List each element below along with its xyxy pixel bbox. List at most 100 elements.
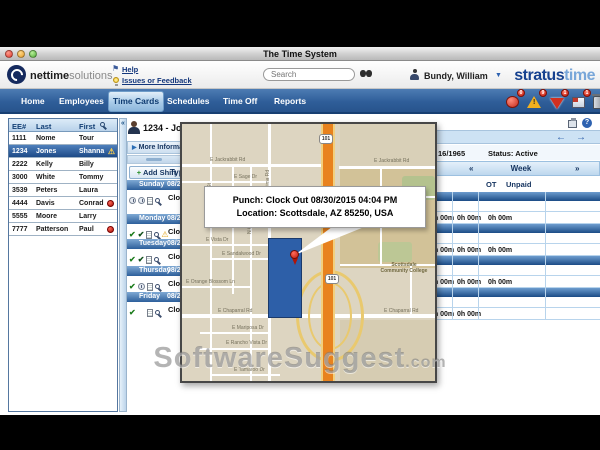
tab-time-off[interactable]: Time Off xyxy=(223,96,257,106)
search-input[interactable] xyxy=(263,68,355,81)
trash-alert-icon[interactable]: 1 xyxy=(592,92,600,111)
note-icon[interactable] xyxy=(147,309,153,317)
employee-row[interactable]: 2222KellyBilly xyxy=(9,158,117,171)
collapse-panel-strip[interactable]: « xyxy=(119,118,127,412)
column-ot[interactable]: OT xyxy=(486,180,496,189)
row-warning-icon: ⚠ xyxy=(108,147,115,156)
street-label: E Chaparral Rd xyxy=(384,308,418,314)
street-label: E Mariposa Dr xyxy=(232,325,264,331)
tab-reports[interactable]: Reports xyxy=(274,96,306,106)
grid-row[interactable] xyxy=(430,297,600,308)
alert-badge: 9 xyxy=(539,89,547,97)
audit-magnifier-icon[interactable] xyxy=(154,232,159,237)
employee-row[interactable]: 4444DavisConrad xyxy=(9,197,117,210)
main-nav: Home Employees Time Cards Schedules Time… xyxy=(0,89,600,114)
note-icon[interactable] xyxy=(146,231,152,239)
day-divider-bar xyxy=(430,224,600,233)
highway-shield: 101 xyxy=(319,134,333,144)
next-week-button[interactable]: » xyxy=(575,164,579,173)
nettime-logo-text: nettimesolutions xyxy=(30,70,113,82)
approved-check-icon[interactable]: ✔ xyxy=(129,230,136,239)
grid-totals-row[interactable]: 0h 00m 0h 00m xyxy=(430,308,600,320)
feedback-link[interactable]: Issues or Feedback xyxy=(122,76,192,85)
help-link[interactable]: Help xyxy=(122,65,138,74)
tab-schedules[interactable]: Schedules xyxy=(167,96,210,106)
audit-magnifier-icon[interactable] xyxy=(155,310,160,315)
binoculars-search-icon[interactable] xyxy=(360,70,373,78)
grid-totals-row[interactable]: 0h 00m 0h 00m 0h 00m xyxy=(430,212,600,224)
audit-magnifier-icon[interactable] xyxy=(154,257,159,262)
column-first[interactable]: First xyxy=(79,122,95,131)
splitter-handle[interactable] xyxy=(146,158,162,161)
grid-row[interactable] xyxy=(430,201,600,212)
content-area: EE# Last First 1111NomeTour 1234JonesSha… xyxy=(0,114,600,415)
approved-check-icon[interactable]: ✔ xyxy=(129,308,136,317)
letterbox-top xyxy=(0,0,600,47)
map-pin-icon[interactable] xyxy=(290,250,299,259)
window-title: The Time System xyxy=(0,49,600,59)
map-park xyxy=(378,242,412,262)
pending-clock-icon[interactable] xyxy=(138,197,145,204)
previous-arrow-icon[interactable]: ← xyxy=(556,132,566,143)
previous-week-button[interactable]: « xyxy=(469,164,473,173)
note-icon[interactable] xyxy=(146,256,152,264)
grid-totals-row[interactable]: 0h 00m 0h 00m 0h 00m xyxy=(430,276,600,288)
grid-totals-row[interactable]: 0h 00m 0h 00m 0h 00m xyxy=(430,244,600,256)
street-label: E Jackrabbit Rd xyxy=(374,158,409,164)
grid-row[interactable] xyxy=(430,265,600,276)
week-label[interactable]: Week xyxy=(501,164,541,173)
message-alert-icon[interactable]: 1 xyxy=(571,92,588,111)
grid-column-headers: OT Unpaid xyxy=(430,177,600,191)
help-circle-icon[interactable]: ? xyxy=(582,118,592,128)
approved-check-icon[interactable]: ✔ xyxy=(138,230,145,239)
tab-home[interactable]: Home xyxy=(21,96,45,106)
map-road xyxy=(182,181,268,183)
note-icon[interactable] xyxy=(147,197,153,205)
employee-row[interactable]: 3539PetersLaura xyxy=(9,184,117,197)
column-last[interactable]: Last xyxy=(36,122,51,131)
warning-alert-icon[interactable]: ! 9 xyxy=(527,92,544,111)
pay-period-nav-bar: ← → xyxy=(430,130,600,144)
employee-list-panel: EE# Last First 1111NomeTour 1234JonesSha… xyxy=(8,118,118,412)
employee-row[interactable]: 3000WhiteTommy xyxy=(9,171,117,184)
lightbulb-icon xyxy=(113,77,119,83)
app-header: nettimesolutions ⚑ Help Issues or Feedba… xyxy=(0,61,600,89)
street-label: E Jackrabbit Rd xyxy=(210,157,245,163)
approved-check-icon[interactable]: ✔ xyxy=(138,255,145,264)
grid-gridline xyxy=(478,192,479,320)
grid-row[interactable] xyxy=(430,233,600,244)
tab-time-cards[interactable]: Time Cards xyxy=(108,91,164,112)
note-icon[interactable] xyxy=(147,283,153,291)
employee-search-icon[interactable] xyxy=(100,122,105,127)
street-label: E Sage Dr xyxy=(234,174,257,180)
highway-shield: 101 xyxy=(325,274,339,284)
user-name[interactable]: Bundy, William xyxy=(424,71,488,81)
app-window: The Time System nettimesolutions ⚑ Help … xyxy=(0,0,600,450)
map-road xyxy=(232,164,234,294)
map-road xyxy=(182,286,250,288)
status-badge: Status: Active xyxy=(488,149,538,158)
clocked-out-status-icon xyxy=(107,226,114,233)
user-menu-caret-icon[interactable]: ▼ xyxy=(495,72,502,79)
approved-check-icon[interactable]: ✔ xyxy=(129,255,136,264)
audit-magnifier-icon[interactable] xyxy=(155,284,160,289)
column-unpaid[interactable]: Unpaid xyxy=(506,180,531,189)
missed-punch-alert-icon[interactable]: 1 xyxy=(549,92,566,111)
pending-clock-icon[interactable] xyxy=(138,283,145,290)
column-ee[interactable]: EE# xyxy=(12,122,26,131)
street-label: E Chaparral Rd xyxy=(218,308,252,314)
employee-row[interactable]: 7777PattersonPaul xyxy=(9,223,117,236)
tab-employees[interactable]: Employees xyxy=(59,96,104,106)
next-arrow-icon[interactable]: → xyxy=(576,132,586,143)
approved-check-icon[interactable]: ✔ xyxy=(129,282,136,291)
map-road xyxy=(339,166,435,169)
employee-row[interactable]: 1111NomeTour xyxy=(9,132,117,145)
employee-row-selected[interactable]: 1234JonesShanna ⚠ xyxy=(9,145,117,158)
employee-row[interactable]: 5555MooreLarry xyxy=(9,210,117,223)
audit-magnifier-icon[interactable] xyxy=(155,198,160,203)
print-icon[interactable] xyxy=(568,120,577,128)
pending-clock-icon[interactable] xyxy=(129,197,136,204)
message-icon xyxy=(572,97,585,108)
employee-list-header: EE# Last First xyxy=(9,119,117,132)
alarm-alert-icon[interactable]: 0 xyxy=(505,92,522,111)
